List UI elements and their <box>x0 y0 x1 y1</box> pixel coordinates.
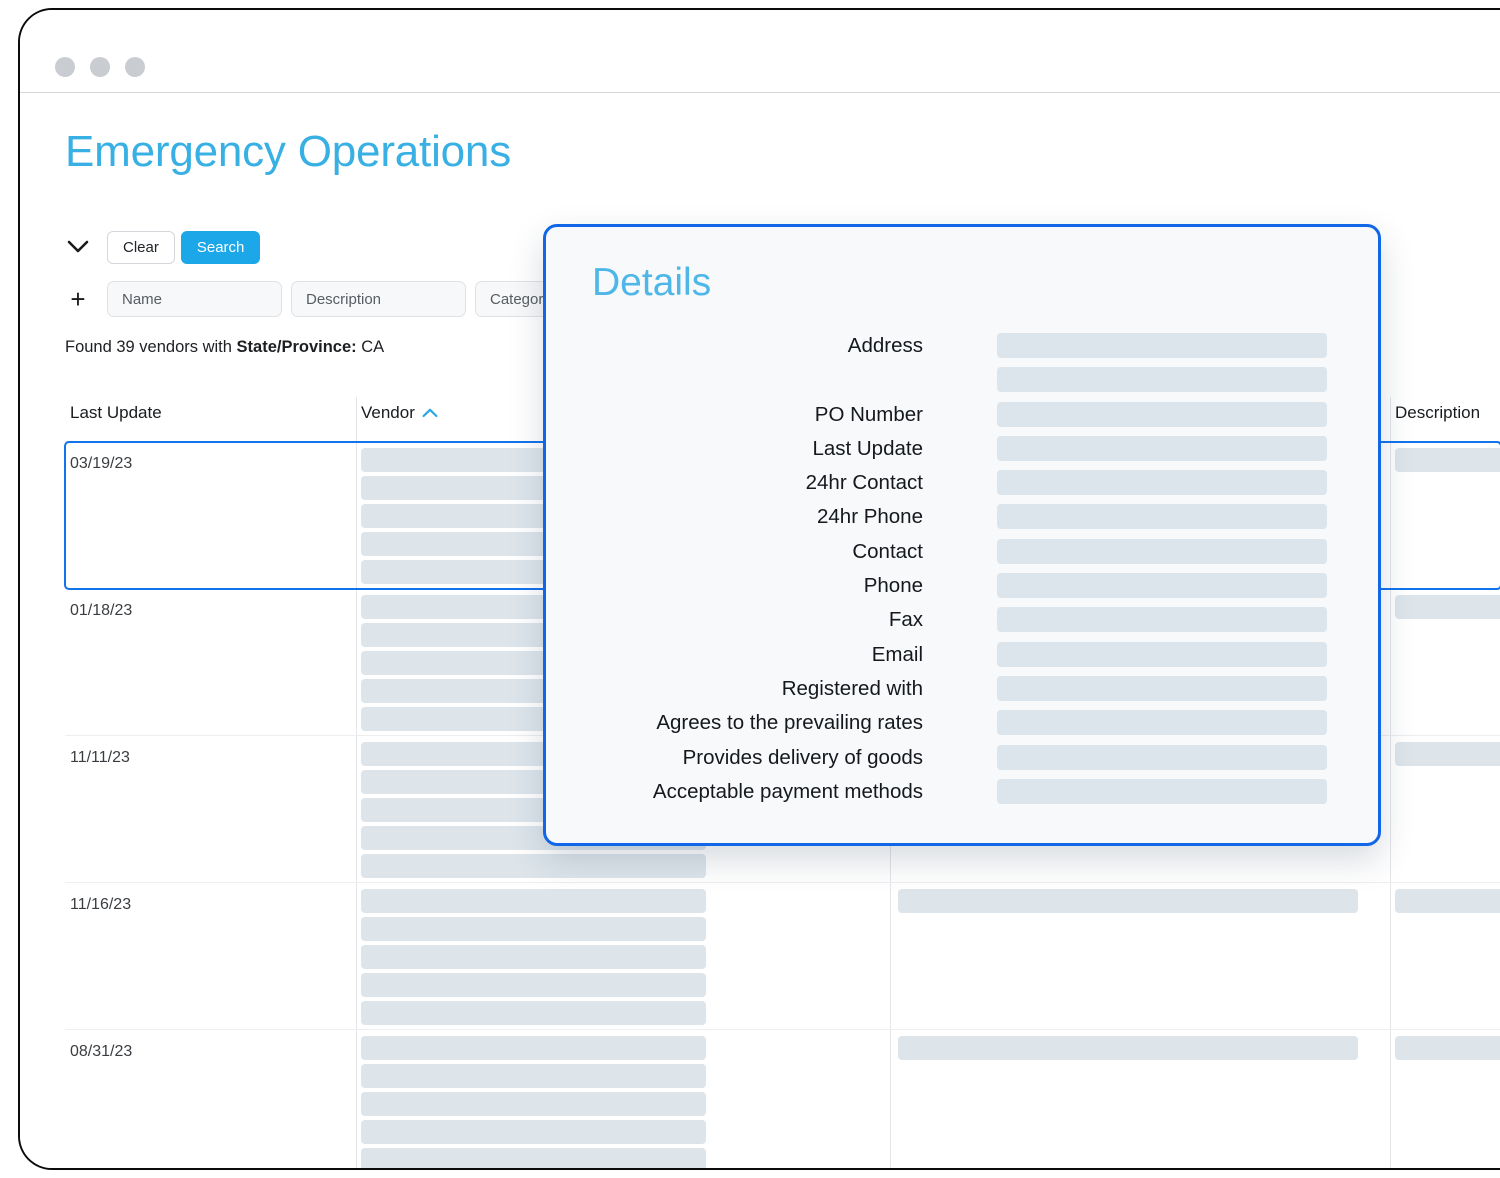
details-label: Agrees to the prevailing rates <box>656 711 923 735</box>
details-panel-title: Details <box>592 261 712 304</box>
details-panel: Details Address PO Number Last Update 24… <box>543 224 1381 846</box>
details-label: Email <box>871 642 923 666</box>
details-label: Fax <box>888 608 923 632</box>
close-dot-icon[interactable] <box>55 57 75 77</box>
details-value-placeholder[interactable] <box>997 333 1327 358</box>
skeleton-bar <box>898 889 1358 913</box>
plus-icon[interactable]: + <box>65 286 91 312</box>
column-header-description-label: Description <box>1395 403 1481 422</box>
name-field-placeholder: Name <box>122 290 163 308</box>
table-row[interactable]: 11/16/23 <box>65 883 1500 1030</box>
skeleton-bar <box>361 1064 706 1088</box>
search-toolbar: Clear Search <box>65 230 261 264</box>
category-field-placeholder: Category <box>490 290 551 308</box>
details-value-placeholder[interactable] <box>997 470 1327 496</box>
traffic-light-dots <box>55 57 145 77</box>
details-value-placeholder[interactable] <box>997 538 1327 564</box>
chevron-down-icon[interactable] <box>65 234 91 260</box>
results-prefix: Found 39 vendors with <box>65 338 237 356</box>
skeleton-bar <box>361 1120 706 1144</box>
sort-asc-icon[interactable] <box>422 408 438 418</box>
clear-button[interactable]: Clear <box>107 230 175 264</box>
skeleton-bar <box>361 1148 706 1168</box>
details-value-placeholder[interactable] <box>997 504 1327 530</box>
column-header-last-update[interactable]: Last Update <box>70 403 162 423</box>
results-facet-value: CA <box>356 338 385 356</box>
cell-last-update: 03/19/23 <box>70 455 133 472</box>
app-window: Emergency Operations Clear Search + Name… <box>18 8 1500 1170</box>
skeleton-bar <box>1395 595 1500 619</box>
details-field-last-update: Last Update <box>546 435 1378 470</box>
skeleton-bar <box>361 973 706 997</box>
details-value-placeholder[interactable] <box>997 778 1327 804</box>
details-field-email: Email <box>546 641 1378 676</box>
details-field-prevailing-rates: Agrees to the prevailing rates <box>546 710 1378 744</box>
details-label: Contact <box>852 539 923 563</box>
minimize-dot-icon[interactable] <box>90 57 110 77</box>
details-field-address: Address <box>546 333 1378 367</box>
details-field-contact: Contact <box>546 538 1378 573</box>
skeleton-bar <box>361 1036 706 1060</box>
details-label: Registered with <box>781 676 923 700</box>
details-value-placeholder[interactable] <box>997 435 1327 461</box>
table-row[interactable]: 08/31/23 <box>65 1030 1500 1168</box>
cell-last-update: 01/18/23 <box>70 602 133 619</box>
details-value-placeholder[interactable] <box>997 573 1327 599</box>
details-field-registered-with: Registered with <box>546 675 1378 710</box>
cell-last-update: 11/16/23 <box>70 896 132 913</box>
page-content: Emergency Operations Clear Search + Name… <box>20 94 1500 1168</box>
details-value-placeholder[interactable] <box>997 641 1327 667</box>
skeleton-bar <box>1395 889 1500 913</box>
details-value-placeholder[interactable] <box>997 744 1327 770</box>
details-label: 24hr Contact <box>805 471 923 495</box>
skeleton-bar <box>361 945 706 969</box>
details-field-address-line2 <box>546 367 1378 401</box>
skeleton-bar <box>898 1036 1358 1060</box>
details-field-po-number: PO Number <box>546 401 1378 436</box>
details-value-placeholder[interactable] <box>997 675 1327 701</box>
details-value-placeholder[interactable] <box>997 607 1327 633</box>
details-label: Last Update <box>812 436 923 460</box>
description-field-placeholder: Description <box>306 290 382 308</box>
details-field-24hr-contact: 24hr Contact <box>546 470 1378 504</box>
details-value-placeholder[interactable] <box>997 367 1327 393</box>
search-input-name[interactable]: Name <box>107 281 282 317</box>
cell-last-update: 11/11/23 <box>70 749 130 766</box>
column-header-description[interactable]: Description <box>1395 403 1480 423</box>
details-value-placeholder[interactable] <box>997 710 1327 736</box>
skeleton-bar <box>361 854 706 878</box>
page-title: Emergency Operations <box>65 127 511 176</box>
skeleton-bar <box>361 1001 706 1025</box>
window-titlebar <box>20 10 1500 93</box>
column-header-vendor[interactable]: Vendor <box>361 403 438 423</box>
skeleton-bar <box>1395 448 1500 472</box>
results-facet-label: State/Province: <box>236 338 357 356</box>
skeleton-bar <box>361 889 706 913</box>
details-label: Address <box>847 334 923 357</box>
skeleton-bar <box>361 1092 706 1116</box>
results-summary: Found 39 vendors with State/Province: CA <box>65 338 384 357</box>
skeleton-bar <box>361 917 706 941</box>
details-field-fax: Fax <box>546 607 1378 641</box>
details-field-list: Address PO Number Last Update 24hr Conta… <box>546 333 1378 813</box>
skeleton-bar <box>1395 742 1500 766</box>
details-field-payment-methods: Acceptable payment methods <box>546 778 1378 813</box>
details-label: PO Number <box>814 402 923 426</box>
column-header-vendor-label: Vendor <box>361 403 415 422</box>
column-header-last-update-label: Last Update <box>70 403 162 422</box>
details-field-delivery-of-goods: Provides delivery of goods <box>546 744 1378 779</box>
cell-last-update: 08/31/23 <box>70 1043 133 1060</box>
details-label: Provides delivery of goods <box>682 745 923 769</box>
details-label: Acceptable payment methods <box>652 779 923 803</box>
search-input-description[interactable]: Description <box>291 281 466 317</box>
details-label: Phone <box>863 574 923 598</box>
details-value-placeholder[interactable] <box>997 401 1327 427</box>
details-label: 24hr Phone <box>816 505 923 529</box>
maximize-dot-icon[interactable] <box>125 57 145 77</box>
details-field-24hr-phone: 24hr Phone <box>546 504 1378 538</box>
details-field-phone: Phone <box>546 573 1378 607</box>
skeleton-bar <box>1395 1036 1500 1060</box>
search-button[interactable]: Search <box>180 230 261 264</box>
